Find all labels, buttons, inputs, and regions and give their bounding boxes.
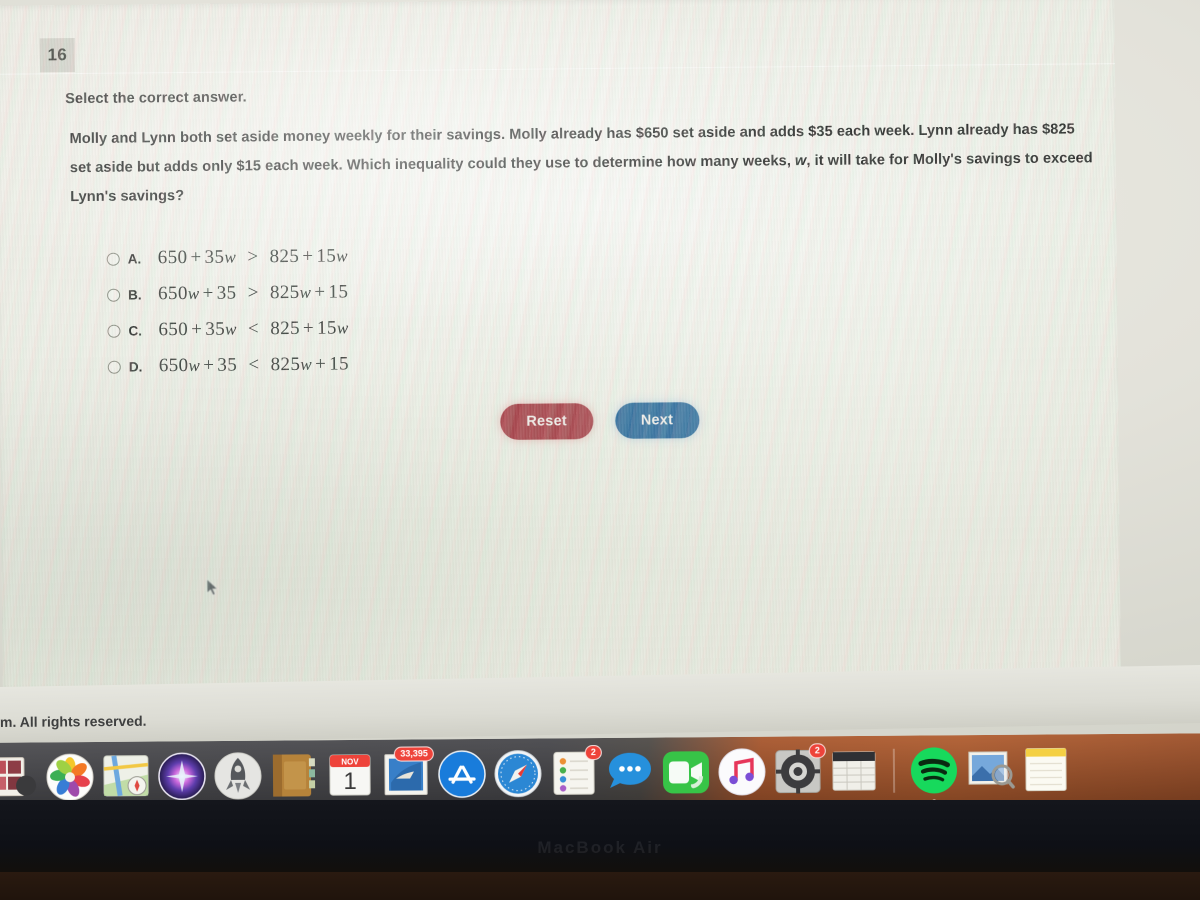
dock-icon-preview[interactable] <box>964 744 1016 796</box>
question-stem: Molly and Lynn both set aside money week… <box>69 115 1095 212</box>
dock-icon-launchpad[interactable] <box>212 750 264 802</box>
header-divider <box>0 63 1115 75</box>
dock-icon-siri[interactable] <box>156 750 208 802</box>
dock-icon-maps[interactable] <box>100 751 152 803</box>
dock-icon-itunes[interactable] <box>716 746 768 798</box>
choice-expression-c: 650 +35w < 825 +15w <box>158 317 349 341</box>
quiz-page: 16 Select the correct answer. Molly and … <box>0 0 1121 688</box>
copyright-text: m. All rights reserved. <box>0 712 147 730</box>
dock-item-list: NOV 1 33,395 2 2 <box>0 738 1072 809</box>
reset-button[interactable]: Reset <box>500 403 594 440</box>
choice-letter-b: B. <box>128 286 142 303</box>
calendar-day: 1 <box>343 768 357 795</box>
dock-icon-app-store[interactable] <box>436 748 488 800</box>
dock-icon-photos[interactable] <box>44 751 96 803</box>
choice-letter-d: D. <box>128 358 143 375</box>
dock-icon-reminders[interactable]: 2 <box>548 745 602 799</box>
choice-letter-c: C. <box>128 322 143 339</box>
radio-button-a[interactable] <box>106 252 120 266</box>
calendar-month: NOV <box>341 757 359 766</box>
answer-choice-a[interactable]: A. 650 +35w > 825 +15w <box>106 238 349 276</box>
mouse-cursor <box>206 577 219 597</box>
dock-icon-safari[interactable] <box>492 747 544 807</box>
choice-expression-d: 650w +35 < 825w +15 <box>158 353 350 377</box>
question-number-badge: 16 <box>39 38 75 73</box>
photograph-of-laptop-screen: 16 Select the correct answer. Molly and … <box>0 0 1200 900</box>
dock-icon-photo-booth[interactable] <box>0 751 40 803</box>
dock-icon-spotify[interactable] <box>908 744 960 804</box>
laptop-hinge <box>0 872 1200 900</box>
dock-separator <box>892 748 896 793</box>
dock-icon-calendar[interactable]: NOV 1 <box>324 749 376 801</box>
device-model-label: MacBook Air <box>537 838 663 857</box>
answer-choice-list: A. 650 +35w > 825 +15w B. 650w +35 > 825w +1… <box>106 238 350 384</box>
action-button-group: Reset Next <box>500 402 700 440</box>
dock-icon-mail[interactable]: 33,395 <box>380 746 434 800</box>
dock-icon-facetime[interactable] <box>660 746 712 798</box>
choice-expression-a: 650 +35w > 825 +15w <box>157 245 349 269</box>
next-button[interactable]: Next <box>614 402 700 439</box>
radio-button-c[interactable] <box>107 324 121 338</box>
dock-icon-system-preferences[interactable]: 2 <box>772 743 826 797</box>
laptop-screen: 16 Select the correct answer. Molly and … <box>0 0 1200 792</box>
instruction-text: Select the correct answer. <box>65 89 247 108</box>
stem-variable: w <box>794 153 807 170</box>
radio-button-b[interactable] <box>107 288 121 302</box>
dock-badge-mail: 33,395 <box>394 746 434 762</box>
choice-expression-b: 650w +35 > 825w +15 <box>157 281 349 305</box>
dock-icon-notes[interactable] <box>1020 743 1072 795</box>
dock-icon-contacts[interactable] <box>268 749 320 801</box>
answer-choice-d[interactable]: D. 650w +35 < 825w +15 <box>107 346 350 384</box>
dock-icon-numbers[interactable] <box>828 745 880 797</box>
answer-choice-c[interactable]: C. 650 +35w < 825 +15w <box>107 310 349 348</box>
choice-letter-a: A. <box>127 250 142 267</box>
answer-choice-b[interactable]: B. 650w +35 > 825w +15 <box>107 274 349 312</box>
radio-button-d[interactable] <box>107 360 121 374</box>
dock-badge-system-preferences: 2 <box>808 743 826 759</box>
dock-badge-reminders: 2 <box>584 745 602 761</box>
dock-icon-messages[interactable] <box>604 747 656 799</box>
